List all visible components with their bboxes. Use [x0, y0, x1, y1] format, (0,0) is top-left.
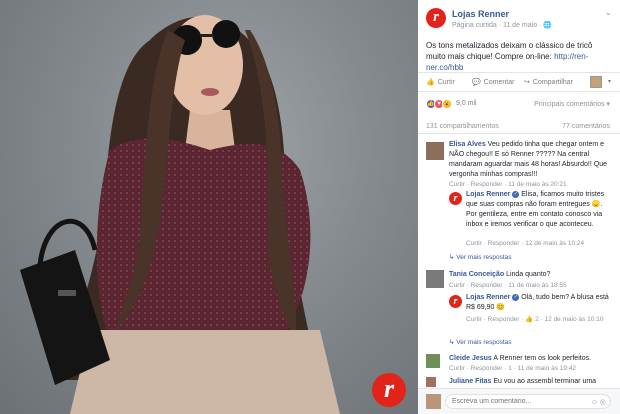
comment-meta[interactable]: Curtir · Responder · 11 de maio às 20:21: [449, 181, 567, 188]
view-more-replies[interactable]: ↳ Ver mais respostas: [449, 253, 512, 261]
wow-reaction-icon[interactable]: 😮: [442, 99, 452, 109]
engagement-counts: 131 compartilhamentos 77 comentários: [418, 120, 620, 134]
model-illustration: [20, 15, 340, 414]
shares-count[interactable]: 131 compartilhamentos: [426, 123, 499, 130]
post-meta: Página curtida · 11 de maio · 🌐: [452, 22, 553, 29]
comment-author[interactable]: Cleide Jesus: [449, 355, 492, 362]
page-avatar[interactable]: r: [426, 8, 446, 28]
comment-meta[interactable]: Curtir · Responder · 1 · 11 de maio às 1…: [449, 365, 576, 372]
share-icon: ↪: [524, 79, 530, 86]
like-button[interactable]: 👍 Curtir: [426, 78, 455, 86]
comment-author[interactable]: Lojas Renner: [466, 294, 510, 301]
post-text: Os tons metalizados deixam o clássico de…: [426, 40, 614, 73]
comment-button[interactable]: 💬 Comentar: [472, 78, 514, 86]
avatar[interactable]: [426, 354, 440, 368]
avatar[interactable]: [426, 142, 444, 160]
comment-meta[interactable]: Curtir · Responder · 12 de maio às 10:24: [466, 240, 584, 247]
actor-avatar[interactable]: [590, 76, 602, 88]
comment-icon: 💬: [472, 79, 481, 86]
like-label: Curtir: [437, 79, 455, 86]
avatar[interactable]: [426, 394, 441, 409]
avatar[interactable]: [426, 377, 436, 387]
chevron-down-icon[interactable]: ⌄: [604, 7, 612, 18]
comment-text: A Renner tem os look perfeitos.: [493, 355, 592, 362]
post-photo[interactable]: r: [0, 0, 418, 414]
comment-body: Elisa Alves Veu pedido tinha que chegar …: [449, 140, 614, 180]
share-button[interactable]: ↪ Compartilhar: [524, 78, 573, 86]
avatar[interactable]: r: [449, 192, 462, 205]
post-actions: 👍 Curtir 💬 Comentar ↪ Compartilhar ▾: [418, 72, 620, 92]
comment-label: Comentar: [483, 79, 515, 86]
view-more-replies[interactable]: ↳ Ver mais respostas: [449, 338, 512, 346]
actor-dropdown-icon[interactable]: ▾: [608, 78, 611, 85]
sort-comments-dropdown[interactable]: Principais comentários ▾: [534, 100, 610, 108]
brand-logo-watermark: r: [372, 373, 406, 407]
comment-meta[interactable]: Curtir · Responder · 👍 2 · 12 de maio às…: [466, 315, 614, 323]
comment-body: Cleide Jesus A Renner tem os look perfei…: [449, 354, 614, 364]
comment-body: Juliane Fitas Eu vou ao assembl terminar…: [449, 377, 614, 387]
comment-author[interactable]: Elisa Alves: [449, 141, 486, 148]
avatar[interactable]: r: [449, 295, 462, 308]
comment-body: Tania Conceição Linda quanto?: [449, 270, 614, 280]
verified-badge-icon: ✓: [512, 190, 520, 198]
comment-author[interactable]: Lojas Renner: [466, 191, 510, 198]
reactions-count[interactable]: 9,0 mil: [456, 100, 477, 107]
comment-author[interactable]: Tania Conceição: [449, 271, 504, 278]
comment-text: Eu vou ao assembl terminar uma: [493, 378, 597, 385]
page-name[interactable]: Lojas Renner: [452, 9, 509, 19]
thumbs-up-icon: 👍: [426, 79, 435, 86]
comment-body: Lojas Renner ✓ Elisa, ficamos muito tris…: [466, 190, 614, 230]
verified-badge-icon: ✓: [512, 293, 520, 301]
comment-input[interactable]: [445, 394, 611, 409]
comments-count[interactable]: 77 comentários: [562, 123, 610, 130]
write-comment-bar: ☺ ◎: [418, 388, 620, 414]
comment-author[interactable]: Juliane Fitas: [449, 378, 491, 385]
comment-meta[interactable]: Curtir · Responder · 11 de maio às 18:55: [449, 282, 567, 289]
avatar[interactable]: [426, 270, 444, 288]
comment-body: Lojas Renner ✓ Olá, tudo bem? A blusa es…: [466, 293, 614, 313]
share-label: Compartilhar: [532, 79, 573, 86]
reactions-bar: 👍 ♥ 😮 9,0 mil Principais comentários ▾: [418, 97, 620, 113]
comment-text: Linda quanto?: [506, 271, 551, 278]
post-panel: r Lojas Renner Página curtida · 11 de ma…: [418, 0, 620, 414]
emoji-camera-icons[interactable]: ☺ ◎: [591, 398, 606, 406]
